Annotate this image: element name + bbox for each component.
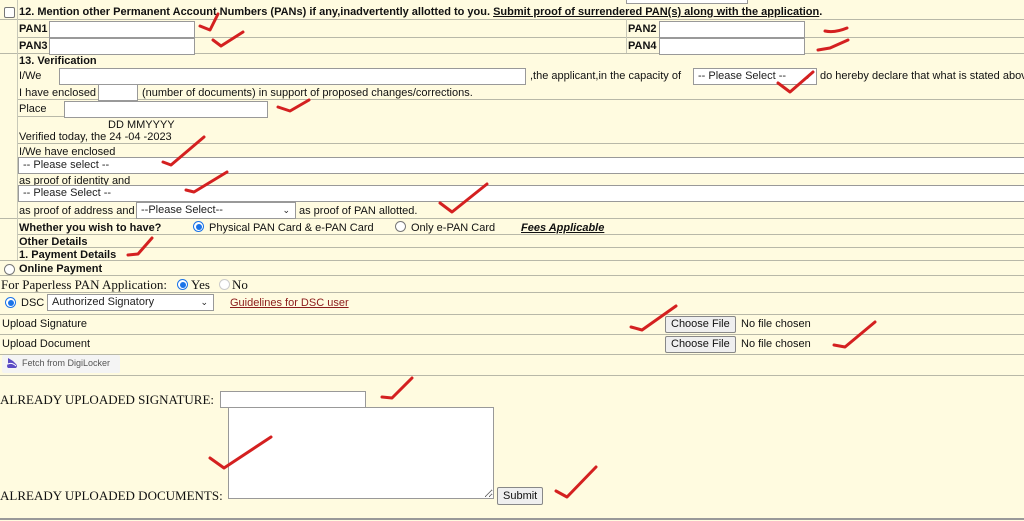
chevron-down-icon: ⌄: [282, 205, 290, 215]
annotation-check-mark: [380, 376, 414, 400]
chevron-down-icon: ⌄: [803, 71, 811, 81]
column-divider: [626, 19, 627, 53]
row-divider: [0, 19, 1024, 20]
annotation-tick-mark: [816, 38, 850, 52]
upload-document-file-status: No file chosen: [741, 338, 811, 350]
dsc-signatory-select[interactable]: Authorized Signatory ⌄: [47, 294, 214, 311]
paperless-yes-radio[interactable]: [177, 279, 188, 290]
already-documents-textarea[interactable]: [228, 407, 494, 499]
dsc-label: DSC: [21, 297, 45, 309]
row-divider: [17, 99, 1024, 100]
epan-only-label[interactable]: Only e-PAN Card: [411, 222, 495, 234]
upload-document-label: Upload Document: [2, 338, 91, 350]
date-format-hint: DD MMYYYY: [108, 119, 175, 131]
section12-checkbox[interactable]: [4, 7, 15, 18]
pan1-input[interactable]: [49, 21, 195, 38]
already-signature-label: ALREADY UPLOADED SIGNATURE:: [0, 392, 215, 407]
submit-button[interactable]: Submit: [497, 487, 544, 505]
pan3-input[interactable]: [49, 38, 195, 55]
digilocker-button[interactable]: Fetch from DigiLocker: [2, 355, 120, 373]
enclosed-suffix-text: (number of documents) in support of prop…: [142, 87, 473, 99]
upload-signature-file-status: No file chosen: [741, 318, 811, 330]
section12-trailing: .: [819, 6, 823, 18]
annotation-tick-mark: [823, 26, 849, 34]
pan2-label: PAN2: [628, 23, 657, 35]
chevron-down-icon: ⌄: [200, 297, 208, 307]
row-divider: [0, 518, 1024, 520]
enclosed-label: I have enclosed: [19, 87, 97, 99]
pan-proof-select-value: --Please Select--: [141, 204, 223, 216]
dsc-guidelines-link[interactable]: Guidelines for DSC user: [230, 297, 349, 309]
place-input[interactable]: [64, 101, 268, 118]
pan3-label: PAN3: [19, 40, 48, 52]
dsc-radio[interactable]: [5, 297, 16, 308]
column-divider: [17, 0, 18, 260]
section12-title: 12. Mention other Permanent Account Numb…: [19, 6, 822, 18]
address-proof-select-value: -- Please Select --: [23, 187, 112, 199]
upload-signature-choose-file-button[interactable]: Choose File: [665, 316, 736, 333]
dsc-signatory-select-value: Authorized Signatory: [52, 296, 155, 308]
place-label: Place: [19, 103, 47, 115]
row-divider: [0, 334, 1024, 335]
paperless-no-label[interactable]: No: [232, 277, 248, 293]
iwe-name-input[interactable]: [59, 68, 526, 85]
capacity-select-value: -- Please Select --: [698, 70, 787, 82]
payment-details-title: 1. Payment Details: [19, 249, 117, 261]
address-proof-prefix: as proof of address and: [19, 205, 135, 217]
pan4-label: PAN4: [628, 40, 657, 52]
declaration-text: do hereby declare that what is stated ab…: [820, 70, 1024, 82]
paperless-no-radio[interactable]: [219, 279, 230, 290]
physical-pan-radio[interactable]: [193, 221, 204, 232]
identity-proof-select-value: -- Please select --: [23, 159, 110, 171]
row-divider: [17, 247, 1024, 248]
surrendered-pan-proof-link[interactable]: Submit proof of surrendered PAN(s) along…: [493, 6, 819, 18]
pan1-label: PAN1: [19, 23, 48, 35]
fees-applicable-link[interactable]: Fees Applicable: [521, 222, 604, 234]
row-divider: [0, 314, 1024, 315]
applicant-capacity-text: ,the applicant,in the capacity of: [530, 70, 682, 82]
upload-document-choose-file-button[interactable]: Choose File: [665, 336, 736, 353]
pan4-input[interactable]: [659, 38, 805, 55]
digilocker-icon: [7, 358, 17, 368]
annotation-check-mark: [554, 465, 598, 499]
verified-date-text: Verified today, the 24 -04 -2023: [19, 131, 172, 143]
row-divider: [17, 143, 1024, 144]
already-documents-label: ALREADY UPLOADED DOCUMENTS:: [0, 488, 223, 503]
pan2-input[interactable]: [659, 21, 805, 38]
clipped-input: [626, 0, 748, 4]
digilocker-label: Fetch from DigiLocker: [22, 358, 111, 368]
epan-only-radio[interactable]: [395, 221, 406, 232]
identity-proof-select[interactable]: -- Please select --: [18, 157, 1024, 174]
card-choice-question: Whether you wish to have?: [19, 222, 162, 234]
online-payment-label[interactable]: Online Payment: [19, 263, 102, 275]
row-divider: [17, 234, 1024, 235]
section13-title: 13. Verification: [19, 55, 97, 67]
enclosed-count-input[interactable]: [98, 84, 138, 101]
pan-proof-select[interactable]: --Please Select-- ⌄: [136, 202, 296, 219]
address-proof-select[interactable]: -- Please Select --: [18, 185, 1024, 202]
row-divider: [0, 260, 1024, 261]
online-payment-radio[interactable]: [4, 264, 15, 275]
pan-proof-suffix: as proof of PAN allotted.: [299, 205, 418, 217]
iwe-label: I/We: [19, 70, 42, 82]
capacity-select[interactable]: -- Please Select -- ⌄: [693, 68, 817, 85]
section12-title-text: 12. Mention other Permanent Account Numb…: [19, 6, 491, 18]
row-divider: [0, 354, 1024, 355]
row-divider: [0, 375, 1024, 376]
paperless-label: For Paperless PAN Application:: [1, 277, 167, 292]
upload-signature-label: Upload Signature: [2, 318, 88, 330]
annotation-check-mark: [276, 98, 311, 113]
annotation-check-mark: [211, 30, 245, 48]
already-signature-input[interactable]: [220, 391, 366, 408]
other-details-title: Other Details: [19, 236, 88, 248]
row-divider: [0, 275, 1024, 276]
paperless-yes-label[interactable]: Yes: [191, 277, 210, 293]
physical-pan-label[interactable]: Physical PAN Card & e-PAN Card: [209, 222, 374, 234]
